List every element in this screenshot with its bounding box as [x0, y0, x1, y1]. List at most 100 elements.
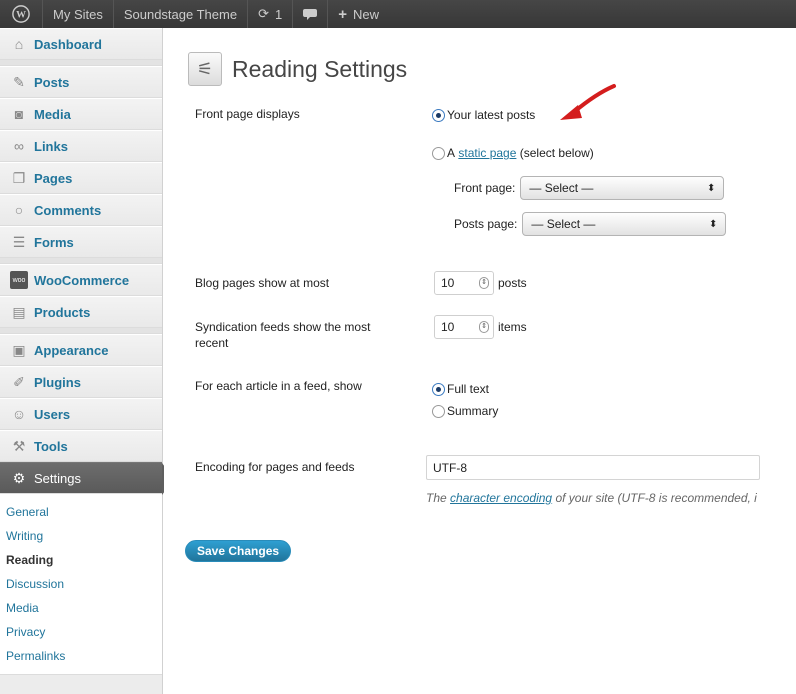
- encoding-value: UTF-8: [433, 460, 467, 475]
- posts-page-select[interactable]: — Select — ⬍: [522, 212, 727, 236]
- posts-page-select-value: — Select —: [531, 217, 596, 231]
- sidebar-item-label: Forms: [34, 234, 74, 250]
- camera-icon: ◙: [14, 106, 24, 122]
- blog-pages-label: Blog pages show at most: [195, 276, 330, 290]
- woocommerce-icon: woo: [10, 271, 28, 289]
- summary-option[interactable]: Summary: [432, 404, 498, 418]
- feeds-input[interactable]: 10 ⇕: [434, 315, 494, 339]
- submenu-item-reading[interactable]: Reading: [0, 548, 162, 572]
- feeds-value: 10: [441, 320, 455, 334]
- submenu-item-writing[interactable]: Writing: [0, 524, 162, 548]
- static-page-option[interactable]: A static page (select below): [432, 146, 594, 160]
- comments-menu[interactable]: [293, 0, 327, 28]
- feeds-label: Syndication feeds show the most recent: [195, 320, 371, 350]
- feeds-field: 10 ⇕ items: [434, 315, 527, 339]
- users-icon: ☺: [11, 406, 27, 422]
- refresh-icon: ⟳: [258, 6, 269, 21]
- link-icon: ∞: [14, 138, 24, 154]
- save-changes-button[interactable]: Save Changes: [185, 540, 292, 562]
- encoding-desc-suffix: of your site (UTF-8 is recommended, i: [555, 491, 757, 505]
- settings-submenu: General Writing Reading Discussion Media…: [0, 494, 162, 675]
- spinner-icon[interactable]: ⇕: [479, 321, 489, 333]
- updates-menu[interactable]: ⟳ 1: [248, 0, 292, 28]
- sidebar-item-label: Comments: [34, 202, 102, 218]
- sidebar-item-settings[interactable]: ⚙ Settings: [0, 462, 174, 495]
- front-page-select-value: — Select —: [529, 181, 594, 195]
- speech-bubble-icon: ○: [14, 202, 24, 218]
- sidebar-item-appearance[interactable]: ▣ Appearance: [0, 334, 162, 366]
- settings-icon: ⚙: [12, 469, 26, 486]
- admin-sidebar: ⌂ Dashboard ✎ Posts ◙ Media ∞ Links ❐ Pa…: [0, 28, 174, 694]
- latest-posts-option[interactable]: Your latest posts: [432, 108, 535, 122]
- character-encoding-link[interactable]: character encoding: [450, 491, 552, 505]
- encoding-desc-prefix: The: [426, 491, 447, 505]
- page-title: Reading Settings: [232, 55, 408, 82]
- full-text-option[interactable]: Full text: [432, 382, 489, 396]
- sidebar-item-forms[interactable]: ☰ Forms: [0, 226, 162, 258]
- appearance-icon: ▣: [12, 341, 26, 358]
- spinner-icon[interactable]: ⇕: [479, 277, 489, 289]
- page-header: ⚟ Reading Settings: [188, 52, 407, 86]
- sidebar-item-tools[interactable]: ⚒ Tools: [0, 430, 162, 462]
- full-text-label: Full text: [447, 382, 490, 396]
- sidebar-item-label: Media: [34, 106, 71, 122]
- sidebar-item-dashboard[interactable]: ⌂ Dashboard: [0, 28, 162, 60]
- encoding-description: The character encoding of your site (UTF…: [426, 491, 757, 505]
- sidebar-item-label: Links: [34, 138, 68, 154]
- submenu-item-discussion[interactable]: Discussion: [0, 572, 162, 596]
- summary-radio[interactable]: [432, 404, 445, 418]
- plus-icon: +: [338, 5, 347, 23]
- sidebar-item-plugins[interactable]: ✐ Plugins: [0, 366, 162, 398]
- submenu-item-privacy[interactable]: Privacy: [0, 620, 162, 644]
- sidebar-item-pages[interactable]: ❐ Pages: [0, 162, 162, 194]
- sidebar-item-posts[interactable]: ✎ Posts: [0, 66, 162, 98]
- svg-text:W: W: [16, 10, 26, 21]
- home-icon: ⌂: [14, 36, 24, 52]
- sidebar-item-media[interactable]: ◙ Media: [0, 98, 162, 130]
- sidebar-item-label: WooCommerce: [34, 272, 130, 288]
- cart-icon: ▤: [12, 303, 26, 320]
- tools-icon: ⚒: [12, 437, 26, 454]
- annotation-arrow-icon: [560, 84, 616, 120]
- sidebar-item-comments[interactable]: ○ Comments: [0, 194, 162, 226]
- speech-bubble-icon: [303, 9, 318, 20]
- sidebar-item-woocommerce[interactable]: woo WooCommerce: [0, 264, 162, 296]
- select-arrows-icon: ⬍: [706, 182, 716, 194]
- latest-posts-radio[interactable]: [432, 108, 445, 122]
- posts-page-select-label: Posts page:: [454, 217, 518, 231]
- sidebar-item-users[interactable]: ☺ Users: [0, 398, 162, 430]
- sidebar-item-label: Users: [34, 406, 71, 422]
- main-content: ⚟ Reading Settings Front page displays Y…: [164, 28, 796, 694]
- site-name-label: Soundstage Theme: [123, 6, 238, 22]
- blog-pages-input[interactable]: 10 ⇕: [434, 271, 494, 295]
- article-feed-label: For each article in a feed, show: [195, 379, 362, 393]
- latest-posts-label: Your latest posts: [447, 108, 536, 122]
- submenu-item-permalinks[interactable]: Permalinks: [0, 644, 162, 668]
- sidebar-item-products[interactable]: ▤ Products: [0, 296, 162, 328]
- sidebar-item-label: Products: [34, 304, 91, 320]
- submenu-item-general[interactable]: General: [0, 500, 162, 524]
- static-page-link[interactable]: static page: [458, 146, 516, 160]
- full-text-radio[interactable]: [432, 382, 445, 396]
- settings-icon: ⚟: [188, 52, 222, 86]
- plug-icon: ✐: [13, 373, 25, 390]
- site-name-menu[interactable]: Soundstage Theme: [114, 0, 247, 28]
- sidebar-item-label: Dashboard: [34, 36, 102, 52]
- blog-pages-value: 10: [441, 276, 455, 290]
- front-page-select-label: Front page:: [454, 181, 516, 195]
- static-page-radio[interactable]: [432, 146, 445, 160]
- submenu-item-media[interactable]: Media: [0, 596, 162, 620]
- my-sites-menu[interactable]: My Sites: [43, 0, 113, 28]
- front-page-select[interactable]: — Select — ⬍: [520, 176, 725, 200]
- encoding-input[interactable]: UTF-8: [426, 455, 760, 480]
- static-suffix: (select below): [519, 146, 594, 160]
- updates-count: 1: [274, 6, 283, 22]
- sidebar-item-links[interactable]: ∞ Links: [0, 130, 162, 162]
- wordpress-logo-icon[interactable]: W: [0, 0, 42, 28]
- sidebar-item-label: Posts: [34, 74, 70, 90]
- encoding-field: UTF-8: [426, 455, 760, 480]
- front-page-select-row: Front page: — Select — ⬍: [454, 176, 725, 200]
- form-icon: ☰: [12, 233, 26, 250]
- sidebar-item-label: Pages: [34, 170, 73, 186]
- new-content-menu[interactable]: + New: [328, 0, 389, 28]
